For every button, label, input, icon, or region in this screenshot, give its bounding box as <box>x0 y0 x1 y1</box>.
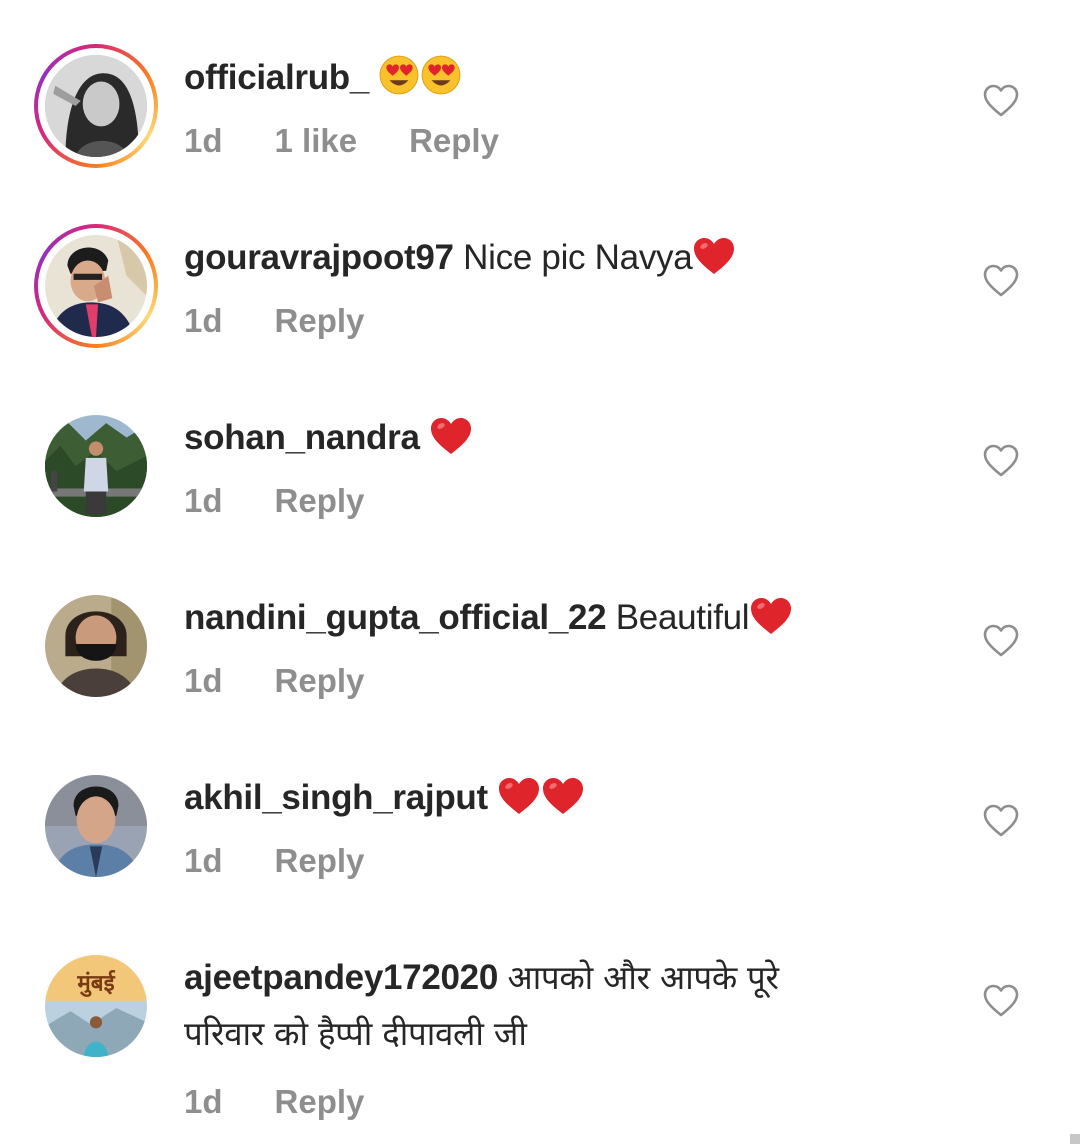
like-heart-icon[interactable] <box>983 84 1019 118</box>
reply-button[interactable]: Reply <box>275 842 365 879</box>
comment-username[interactable]: ajeetpandey172020 <box>184 958 498 997</box>
comment-text: Nice pic Navya <box>463 238 693 277</box>
comment-meta: 1d Reply <box>184 299 884 343</box>
comment-meta: 1d Reply <box>184 659 884 703</box>
avatar-image: मुंबई <box>45 955 147 1057</box>
comment-time: 1d <box>184 302 223 339</box>
like-heart-icon[interactable] <box>983 264 1019 298</box>
comment-line: परिवार को हैप्पी दीपावली जी <box>184 1006 884 1062</box>
avatar-image <box>45 595 147 697</box>
comment-line: ajeetpandey172020 आपको और आपके पूरे <box>184 950 884 1006</box>
like-heart-icon[interactable] <box>983 624 1019 658</box>
comment-text: आपको और आपके पूरे <box>507 958 779 997</box>
comment-meta: 1d 1 like Reply <box>184 119 884 163</box>
avatar[interactable] <box>34 224 158 348</box>
heart-eyes-emoji <box>420 54 462 111</box>
reply-button[interactable]: Reply <box>275 1083 365 1120</box>
comment-line: officialrub_ <box>184 52 884 111</box>
comment-content: nandini_gupta_official_22 Beautiful 1d Re… <box>184 592 884 703</box>
comment-line: akhil_singh_rajput <box>184 772 884 831</box>
avatar[interactable] <box>34 44 158 168</box>
comment-meta: 1d Reply <box>184 1080 884 1124</box>
comment-username[interactable]: akhil_singh_rajput <box>184 778 488 817</box>
reply-button[interactable]: Reply <box>409 122 499 159</box>
reply-button[interactable]: Reply <box>275 302 365 339</box>
comment-line: gouravrajpoot97 Nice pic Navya <box>184 232 884 291</box>
red-heart-emoji <box>749 596 793 651</box>
comment-content: ajeetpandey172020 आपको और आपके पूरे परिव… <box>184 950 884 1124</box>
avatar-image <box>45 415 147 517</box>
like-heart-icon[interactable] <box>983 444 1019 478</box>
comment-meta: 1d Reply <box>184 479 884 523</box>
comment-username[interactable]: sohan_nandra <box>184 418 420 457</box>
comment-content: akhil_singh_rajput 1d Reply <box>184 772 884 883</box>
comment-text: Beautiful <box>615 598 750 637</box>
avatar-image <box>45 775 147 877</box>
comment-username[interactable]: officialrub_ <box>184 58 369 97</box>
heart-eyes-emoji <box>378 54 420 111</box>
comment-time: 1d <box>184 482 223 519</box>
reply-button[interactable]: Reply <box>275 662 365 699</box>
reply-button[interactable]: Reply <box>275 482 365 519</box>
comment-content: gouravrajpoot97 Nice pic Navya 1d Reply <box>184 232 884 343</box>
scrollbar-indicator[interactable] <box>1070 1134 1080 1144</box>
avatar-caption: मुंबई <box>76 970 115 998</box>
comment-text-line2: परिवार को हैप्पी दीपावली जी <box>184 1014 527 1053</box>
comment-time: 1d <box>184 122 223 159</box>
comment-content: officialrub_ 1d 1 like Reply <box>184 52 884 163</box>
red-heart-emoji <box>541 776 585 831</box>
avatar-image <box>45 235 147 337</box>
comment-time: 1d <box>184 1083 223 1120</box>
avatar[interactable]: मुंबई <box>34 944 158 1068</box>
avatar[interactable] <box>34 764 158 888</box>
comment-content: sohan_nandra 1d Reply <box>184 412 884 523</box>
like-heart-icon[interactable] <box>983 984 1019 1018</box>
comment-username[interactable]: gouravrajpoot97 <box>184 238 454 277</box>
comment-time: 1d <box>184 842 223 879</box>
avatar[interactable] <box>34 584 158 708</box>
red-heart-emoji <box>497 776 541 831</box>
red-heart-emoji <box>692 236 736 291</box>
comment-line: sohan_nandra <box>184 412 884 471</box>
comment-username[interactable]: nandini_gupta_official_22 <box>184 598 607 637</box>
red-heart-emoji <box>429 416 473 471</box>
avatar[interactable] <box>34 404 158 528</box>
comment-meta: 1d Reply <box>184 839 884 883</box>
comment-time: 1d <box>184 662 223 699</box>
like-heart-icon[interactable] <box>983 804 1019 838</box>
comment-likes[interactable]: 1 like <box>275 122 358 159</box>
comment-line: nandini_gupta_official_22 Beautiful <box>184 592 884 651</box>
avatar-image <box>45 55 147 157</box>
